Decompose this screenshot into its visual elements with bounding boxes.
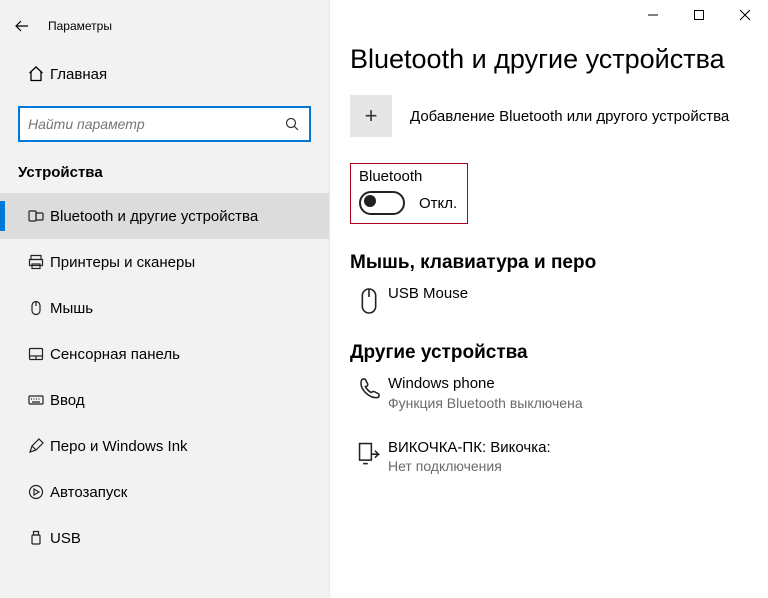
category-title: Устройства: [0, 142, 329, 187]
nav-label: USB: [50, 530, 81, 547]
search-icon: [284, 116, 300, 132]
back-button[interactable]: [0, 8, 44, 44]
search-input[interactable]: [20, 116, 275, 132]
usb-icon: [27, 529, 45, 547]
bluetooth-state-label: Откл.: [419, 195, 457, 212]
device-vikochka-pc[interactable]: ВИКОЧКА-ПК: Викочка: Нет подключения: [350, 438, 748, 476]
home-icon: [27, 65, 45, 83]
nav-item-pen[interactable]: Перо и Windows Ink: [0, 423, 329, 469]
section-mouse-keyboard-pen: Мышь, клавиатура и перо: [350, 252, 748, 274]
page-title: Bluetooth и другие устройства: [350, 44, 748, 75]
nav-item-touchpad[interactable]: Сенсорная панель: [0, 331, 329, 377]
bluetooth-devices-icon: [27, 207, 45, 225]
touchpad-icon: [27, 345, 45, 363]
device-windows-phone[interactable]: Windows phone Функция Bluetooth выключен…: [350, 374, 748, 412]
device-name: Windows phone: [388, 374, 583, 394]
minimize-icon: [647, 9, 659, 21]
minimize-button[interactable]: [630, 0, 676, 30]
bluetooth-heading: Bluetooth: [359, 168, 457, 185]
cast-device-icon: [356, 440, 382, 466]
content-pane: Bluetooth и другие устройства + Добавлен…: [330, 0, 768, 598]
phone-icon: [356, 376, 382, 402]
nav-label: Сенсорная панель: [50, 346, 180, 363]
maximize-icon: [693, 9, 705, 21]
device-name: USB Mouse: [388, 284, 468, 304]
mouse-icon: [357, 286, 381, 316]
printer-icon: [27, 253, 45, 271]
bluetooth-toggle[interactable]: [359, 191, 405, 215]
nav-item-mouse[interactable]: Мышь: [0, 285, 329, 331]
nav-label: Ввод: [50, 392, 85, 409]
autoplay-icon: [27, 483, 45, 501]
nav-label: Принтеры и сканеры: [50, 254, 195, 271]
plus-icon: +: [350, 95, 392, 137]
arrow-left-icon: [14, 18, 30, 34]
keyboard-icon: [27, 391, 45, 409]
nav-item-usb[interactable]: USB: [0, 515, 329, 561]
close-icon: [739, 9, 751, 21]
nav-label: Bluetooth и другие устройства: [50, 208, 258, 225]
nav-label: Перо и Windows Ink: [50, 438, 188, 455]
close-button[interactable]: [722, 0, 768, 30]
pen-icon: [27, 437, 45, 455]
mouse-icon: [27, 299, 45, 317]
home-link[interactable]: Главная: [0, 54, 329, 94]
add-device-label: Добавление Bluetooth или другого устройс…: [410, 108, 729, 125]
nav-item-printers[interactable]: Принтеры и сканеры: [0, 239, 329, 285]
search-box[interactable]: [18, 106, 311, 142]
window-title: Параметры: [44, 19, 112, 33]
device-usb-mouse[interactable]: USB Mouse: [350, 284, 748, 316]
nav-item-autoplay[interactable]: Автозапуск: [0, 469, 329, 515]
device-status: Нет подключения: [388, 457, 551, 475]
device-status: Функция Bluetooth выключена: [388, 394, 583, 412]
add-device-button[interactable]: + Добавление Bluetooth или другого устро…: [350, 95, 748, 137]
nav-label: Мышь: [50, 300, 93, 317]
nav-item-bluetooth[interactable]: Bluetooth и другие устройства: [0, 193, 329, 239]
sidebar: Главная Устройства Bluetooth и другие ус…: [0, 0, 330, 598]
nav-item-typing[interactable]: Ввод: [0, 377, 329, 423]
maximize-button[interactable]: [676, 0, 722, 30]
home-label: Главная: [50, 66, 107, 83]
toggle-knob: [364, 195, 376, 207]
section-other-devices: Другие устройства: [350, 342, 748, 364]
bluetooth-toggle-group: Bluetooth Откл.: [350, 163, 468, 224]
nav-label: Автозапуск: [50, 484, 127, 501]
device-name: ВИКОЧКА-ПК: Викочка:: [388, 438, 551, 458]
